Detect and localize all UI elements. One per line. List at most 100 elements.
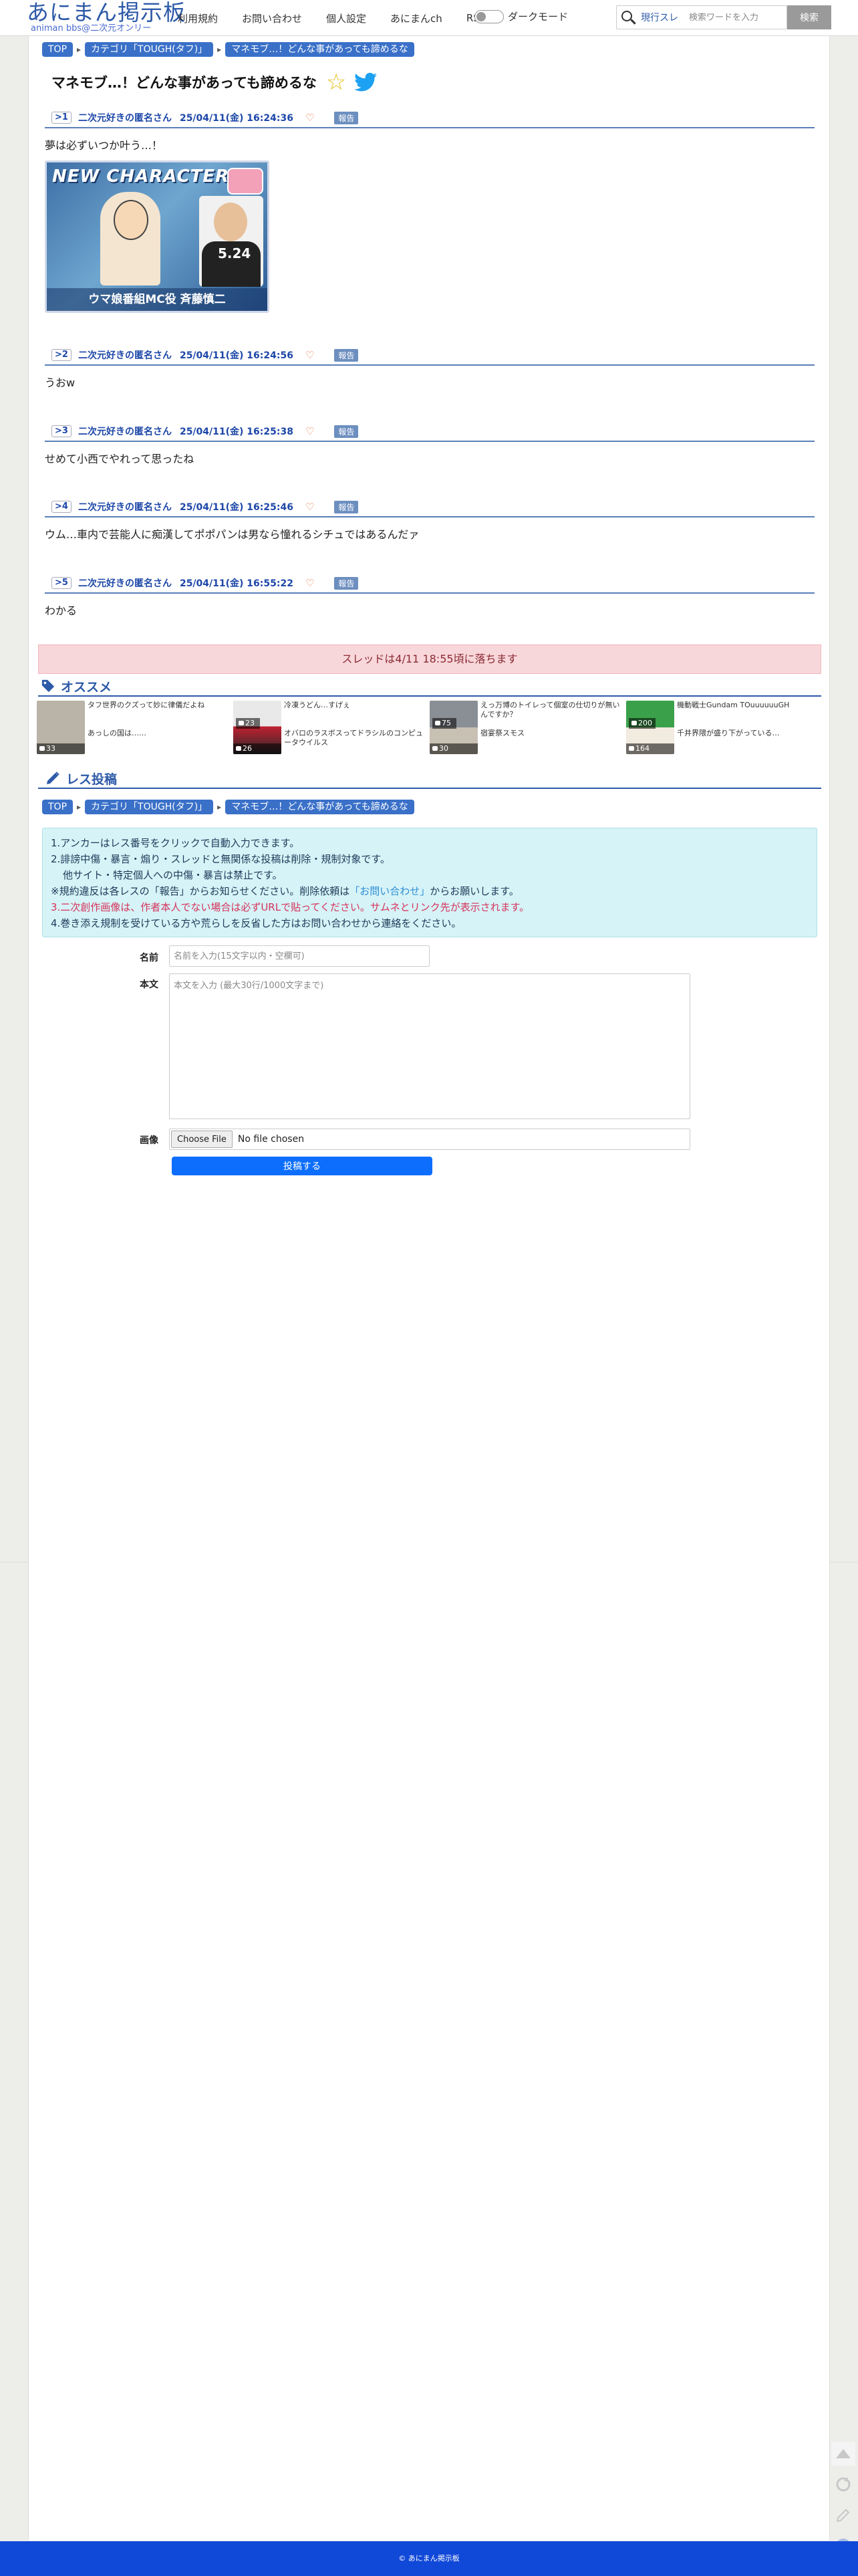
post-header: >2 二次元好きの匿名さん 25/04/11(金) 16:24:56 ♡ 報告 — [45, 346, 815, 366]
heart-icon[interactable]: ♡ — [305, 112, 314, 124]
heart-icon[interactable]: ♡ — [305, 577, 314, 589]
scroll-top-button[interactable] — [831, 2442, 855, 2466]
report-button[interactable]: 報告 — [334, 348, 359, 362]
rule-line: ※規約違反は各レスの「報告」からお知らせください。削除依頼は「お問い合わせ」から… — [51, 883, 809, 899]
post-image[interactable]: NEW CHARACTER 5.24 ウマ娘番組MC役 斉藤慎二 — [45, 160, 269, 313]
post-date: 25/04/11(金) 16:25:38 — [179, 427, 293, 437]
breadcrumb-category[interactable]: カテゴリ「TOUGH(タフ)」 — [85, 800, 214, 814]
post-form-header: レス投稿 — [38, 769, 821, 789]
recommend-title-text[interactable]: あっしの国は…… — [88, 729, 229, 738]
recommend-title-text[interactable]: 宿宴祭スモス — [480, 729, 622, 738]
nav-settings-link[interactable]: 個人設定 — [326, 11, 366, 25]
site-logo[interactable]: あにまん掲示板 animan bbs@二次元オンリー — [27, 1, 185, 35]
comment-count: 200 — [629, 718, 656, 729]
report-button[interactable]: 報告 — [334, 576, 359, 590]
nav-contact-link[interactable]: お問い合わせ — [242, 11, 302, 25]
logo-sub-text: animan bbs@二次元オンリー — [31, 23, 152, 33]
breadcrumb-thread[interactable]: マネモブ…！どんな事があっても諦めるな — [225, 42, 414, 57]
breadcrumb-thread[interactable]: マネモブ…！どんな事があっても諦めるな — [225, 800, 414, 814]
recommend-title-text[interactable]: 機動戦士Gundam TOuuuuuuGH — [677, 701, 819, 710]
post-author: 二次元好きの匿名さん — [78, 578, 172, 589]
toggle-knob — [476, 11, 486, 21]
comment-count: 75 — [432, 718, 456, 729]
res-number[interactable]: >2 — [51, 349, 72, 361]
report-button[interactable]: 報告 — [334, 425, 359, 438]
comment-count: 30 — [430, 743, 478, 754]
recommend-title-text[interactable]: 冷凍うどん…すげぇ — [284, 701, 426, 710]
nav-animanch-link[interactable]: あにまんch — [390, 11, 442, 25]
thread-title-row: マネモブ…！どんな事があっても諦めるな ☆ — [51, 71, 378, 94]
post-5: >5 二次元好きの匿名さん 25/04/11(金) 16:55:22 ♡ 報告 … — [45, 574, 815, 618]
heart-icon[interactable]: ♡ — [305, 501, 314, 513]
recommend-list: 33 タフ世界のクズって妙に律儀だよね あっしの国は…… 26 冷凍うどん…すげ… — [37, 701, 823, 761]
reload-icon — [836, 2477, 851, 2492]
post-body: ウム…車内で芸能人に痴漢してポポパンは男なら憧れるシチュではあるんだァ — [45, 528, 420, 541]
name-input[interactable] — [169, 945, 430, 967]
posting-rules-box: 1.アンカーはレス番号をクリックで自動入力できます。 2.誹謗中傷・暴言・煽り・… — [42, 828, 817, 937]
breadcrumb-arrow-icon: ▸ — [217, 45, 222, 54]
write-button[interactable] — [831, 2503, 855, 2527]
image-file-input[interactable]: Choose File No file chosen — [169, 1129, 690, 1150]
image-caption: ウマ娘番組MC役 斉藤慎二 — [47, 288, 267, 311]
report-button[interactable]: 報告 — [334, 500, 359, 513]
recommend-title-text[interactable]: えっ万博のトイレって個室の仕切りが無いんですか？ — [480, 701, 622, 719]
recommend-title-text[interactable]: オバロのラスボスってドラシルのコンピュータウイルス — [284, 729, 426, 747]
header-nav: 利用規約 お問い合わせ 個人設定 あにまんch RSS — [178, 11, 510, 25]
site-footer: © あにまん掲示板 — [0, 2541, 858, 2576]
post-author: 二次元好きの匿名さん — [78, 427, 172, 437]
image-date: 5.24 — [218, 245, 251, 261]
breadcrumb-category[interactable]: カテゴリ「TOUGH(タフ)」 — [85, 42, 214, 57]
recommend-item[interactable]: 164 機動戦士Gundam TOuuuuuuGH 千井界隈が盛り下がっている… — [626, 701, 823, 761]
rule-line: 3.二次創作画像は、作者本人でない場合は必ずURLで貼ってください。サムネとリン… — [51, 901, 530, 913]
post-author: 二次元好きの匿名さん — [78, 113, 172, 124]
star-icon[interactable]: ☆ — [326, 71, 346, 94]
recommend-title: オススメ — [61, 679, 112, 695]
toggle-track[interactable] — [474, 9, 504, 23]
reload-button[interactable] — [831, 2472, 855, 2496]
dark-mode-toggle[interactable]: ダークモード — [474, 9, 568, 23]
choose-file-button[interactable]: Choose File — [171, 1131, 233, 1148]
rule-text: ※規約違反は各レスの「報告」からお知らせください。削除依頼は — [51, 885, 350, 897]
image-title: NEW CHARACTER — [52, 166, 230, 187]
res-number[interactable]: >1 — [51, 112, 72, 124]
post-author: 二次元好きの匿名さん — [78, 502, 172, 513]
recommend-item[interactable]: 26 冷凍うどん…すげぇ オバロのラスボスってドラシルのコンピュータウイルス — [233, 701, 430, 761]
breadcrumb-top[interactable]: TOP — [42, 800, 74, 814]
comment-count: 164 — [626, 743, 674, 754]
report-button[interactable]: 報告 — [334, 111, 359, 124]
post-header: >3 二次元好きの匿名さん 25/04/11(金) 16:25:38 ♡ 報告 — [45, 422, 815, 442]
post-form-title: レス投稿 — [66, 772, 118, 787]
body-textarea[interactable] — [169, 973, 690, 1119]
thread-fall-notice: スレッドは4/11 18:55頃に落ちます — [38, 645, 821, 674]
post-date: 25/04/11(金) 16:55:22 — [179, 578, 293, 589]
dark-mode-label: ダークモード — [508, 11, 569, 23]
res-number[interactable]: >5 — [51, 577, 72, 589]
recommend-item[interactable]: 33 タフ世界のクズって妙に律儀だよね あっしの国は…… — [37, 701, 233, 761]
recommend-title-text[interactable]: タフ世界のクズって妙に律儀だよね — [88, 701, 229, 710]
nav-terms-link[interactable]: 利用規約 — [178, 11, 218, 25]
post-body: せめて小西でやれって思ったね — [45, 453, 194, 465]
heart-icon[interactable]: ♡ — [305, 425, 314, 437]
search-button[interactable]: 検索 — [787, 5, 831, 29]
post-3: >3 二次元好きの匿名さん 25/04/11(金) 16:25:38 ♡ 報告 … — [45, 422, 815, 466]
heart-icon[interactable]: ♡ — [305, 349, 314, 361]
post-body: わかる — [45, 604, 78, 617]
contact-link[interactable]: 「お問い合わせ」 — [349, 885, 430, 897]
search-scope-select[interactable]: 現行スレ — [641, 11, 678, 24]
breadcrumb-top[interactable]: TOP — [42, 42, 74, 57]
recommend-item[interactable]: 30 えっ万博のトイレって個室の仕切りが無いんですか？ 宿宴祭スモス — [430, 701, 626, 761]
image-logo — [227, 168, 263, 195]
pencil-icon — [47, 772, 59, 784]
comment-count: 26 — [233, 743, 281, 754]
search-input[interactable] — [689, 12, 782, 23]
twitter-bird-icon[interactable] — [354, 72, 378, 92]
recommend-thumb[interactable]: 33 — [37, 701, 85, 754]
submit-post-button[interactable]: 投稿する — [172, 1157, 432, 1175]
search-box: 現行スレ — [616, 5, 787, 29]
res-number[interactable]: >4 — [51, 501, 72, 513]
recommend-header: オススメ — [38, 677, 821, 697]
breadcrumb-bottom: TOP ▸ カテゴリ「TOUGH(タフ)」 ▸ マネモブ…！どんな事があっても諦… — [42, 800, 414, 814]
post-body: うおw — [45, 376, 76, 389]
res-number[interactable]: >3 — [51, 425, 72, 437]
recommend-title-text[interactable]: 千井界隈が盛り下がっている… — [677, 729, 819, 738]
